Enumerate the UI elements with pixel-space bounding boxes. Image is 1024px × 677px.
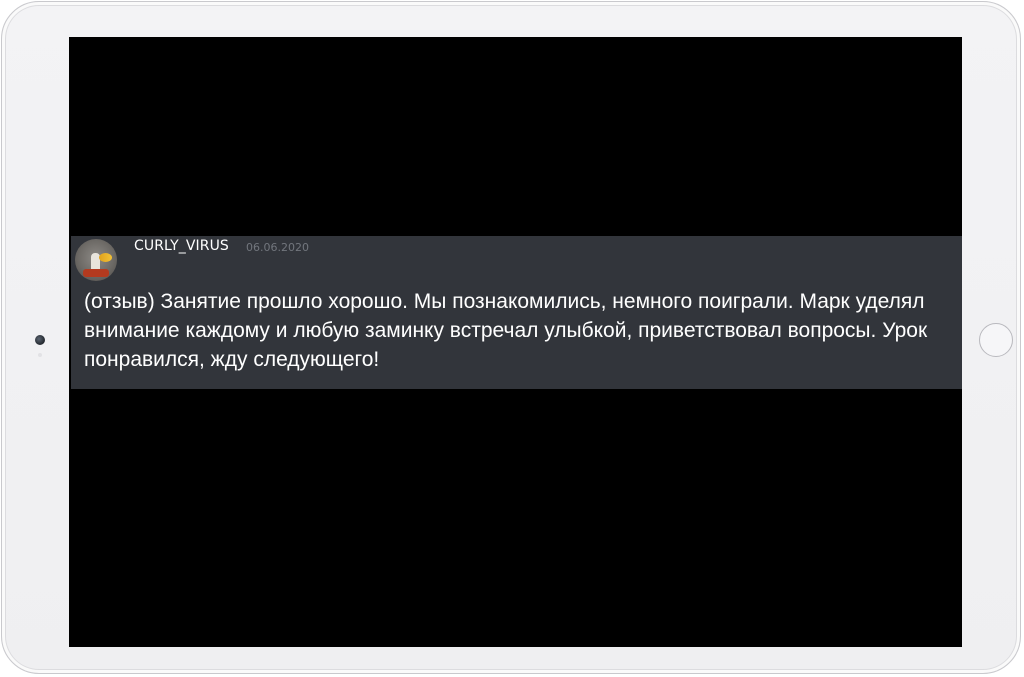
front-camera-icon — [35, 335, 45, 345]
avatar-flame — [99, 253, 112, 262]
message-timestamp: 06.06.2020 — [246, 241, 309, 254]
message-author[interactable]: CURLY_VIRUS — [134, 238, 229, 254]
message-text: (отзыв) Занятие прошло хорошо. Мы познак… — [84, 290, 928, 371]
chat-message: CURLY_VIRUS 06.06.2020 (отзыв) Занятие п… — [71, 236, 962, 389]
screen: CURLY_VIRUS 06.06.2020 (отзыв) Занятие п… — [69, 37, 962, 647]
avatar[interactable] — [75, 239, 117, 281]
home-button[interactable] — [979, 323, 1013, 357]
light-sensor-icon — [38, 353, 42, 357]
avatar-base — [83, 269, 109, 277]
